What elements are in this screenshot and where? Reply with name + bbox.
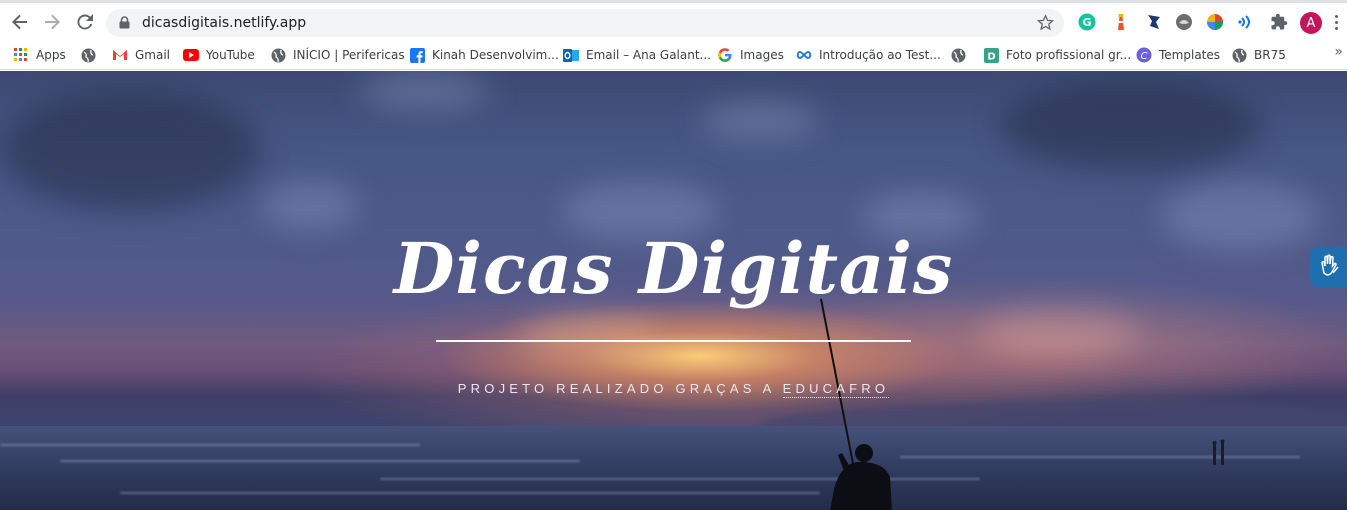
wave: [900, 456, 1300, 458]
bookmark-label: Gmail: [135, 48, 171, 62]
globe-icon: [80, 47, 96, 63]
outlook-icon: [563, 47, 579, 63]
educafro-link[interactable]: EDUCAFRO: [782, 381, 890, 398]
sign-language-hands-icon: [1318, 253, 1342, 282]
globe-icon: [1231, 47, 1247, 63]
bookmark-templates[interactable]: C Templates: [1136, 45, 1220, 65]
svg-text:C: C: [1141, 51, 1148, 62]
bookmark-label: BR75: [1254, 48, 1286, 62]
site-title: Dicas Digitais: [393, 227, 954, 310]
bookmark-label: Apps: [36, 48, 66, 62]
vlibras-accessibility-button[interactable]: [1310, 247, 1347, 287]
cloud: [0, 91, 260, 211]
lock-icon[interactable]: [119, 16, 130, 34]
bookmark-label: Kinah Desenvolvim...: [432, 48, 559, 62]
cloud: [360, 71, 490, 111]
bookmark-youtube[interactable]: YouTube: [183, 45, 255, 65]
star-icon[interactable]: [1036, 14, 1055, 36]
subtitle-text: PROJETO REALIZADO GRAÇAS A: [457, 381, 783, 396]
colorzilla-icon[interactable]: [1206, 13, 1224, 31]
wave: [0, 444, 420, 446]
distant-people: [1212, 439, 1225, 465]
bookmark-label: INÍCIO | Perifericas: [293, 48, 405, 62]
bookmark-label: Images: [740, 48, 784, 62]
reload-icon[interactable]: [72, 9, 98, 35]
back-icon[interactable]: [7, 9, 33, 35]
bookmark-perifericas[interactable]: INÍCIO | Perifericas: [270, 45, 405, 65]
cloud: [1000, 81, 1260, 171]
cloud: [260, 181, 360, 231]
wave: [60, 460, 580, 462]
globe-icon: [270, 47, 286, 63]
browser-toolbar: dicasdigitais.netlify.app G A: [0, 0, 1347, 40]
site-subtitle: PROJETO REALIZADO GRAÇAS A EDUCAFRO: [0, 381, 1347, 398]
puzzle-icon[interactable]: [1270, 13, 1288, 31]
canva-icon: C: [1136, 47, 1152, 63]
facebook-icon: [409, 47, 425, 63]
svg-text:D: D: [987, 51, 995, 62]
title-divider: [436, 340, 911, 342]
extension-grey-icon[interactable]: [1175, 13, 1193, 31]
hero-banner: Dicas Digitais PROJETO REALIZADO GRAÇAS …: [0, 71, 1347, 510]
bookmark-globe-1[interactable]: [80, 45, 103, 65]
globe-icon: [950, 47, 966, 63]
gmail-icon: [112, 47, 128, 63]
bookmark-label: Templates: [1159, 48, 1221, 62]
fisherman-silhouette: [830, 444, 892, 510]
address-bar[interactable]: dicasdigitais.netlify.app: [106, 9, 1064, 37]
bookmark-label: Introdução ao Test...: [819, 48, 941, 62]
google-icon: [717, 47, 733, 63]
lighthouse-icon[interactable]: [1112, 13, 1130, 31]
bookmark-gmail[interactable]: Gmail: [112, 45, 170, 65]
bookmark-label: YouTube: [206, 48, 255, 62]
bookmark-label: Email – Ana Galant...: [586, 48, 711, 62]
profile-avatar[interactable]: A: [1300, 12, 1322, 34]
bookmark-email[interactable]: Email – Ana Galant...: [563, 45, 711, 65]
extension-blue-icon[interactable]: [1145, 13, 1163, 31]
wave: [120, 492, 820, 494]
cloud: [520, 316, 660, 356]
wifi-ext-icon[interactable]: [1238, 13, 1256, 31]
apps-grid-icon: [13, 47, 29, 63]
bookmark-introducao[interactable]: Introdução ao Test...: [796, 45, 941, 65]
bookmark-foto-profissional[interactable]: D Foto profissional gr...: [983, 45, 1131, 65]
bookmark-kinah[interactable]: Kinah Desenvolvim...: [409, 45, 559, 65]
bookmark-images[interactable]: Images: [717, 45, 784, 65]
bookmark-label: Foto profissional gr...: [1006, 48, 1132, 62]
browser-menu-icon[interactable]: [1335, 15, 1339, 33]
forward-icon[interactable]: [39, 9, 65, 35]
bookmarks-bar: Apps Gmail YouTube INÍCIO | Perifericas …: [0, 40, 1347, 70]
bookmark-br75[interactable]: BR75: [1231, 45, 1286, 65]
d-icon: D: [983, 47, 999, 63]
bookmark-apps[interactable]: Apps: [13, 45, 66, 65]
svg-text:G: G: [1082, 16, 1091, 29]
more-bookmarks-button[interactable]: »: [1334, 44, 1343, 60]
cloud: [700, 101, 820, 141]
grammarly-icon[interactable]: G: [1078, 13, 1096, 31]
cloud: [980, 311, 1140, 356]
url-text[interactable]: dicasdigitais.netlify.app: [142, 15, 306, 31]
infinity-icon: [796, 47, 812, 63]
bookmark-globe-2[interactable]: [950, 45, 973, 65]
youtube-icon: [183, 47, 199, 63]
sea: [0, 426, 1347, 510]
